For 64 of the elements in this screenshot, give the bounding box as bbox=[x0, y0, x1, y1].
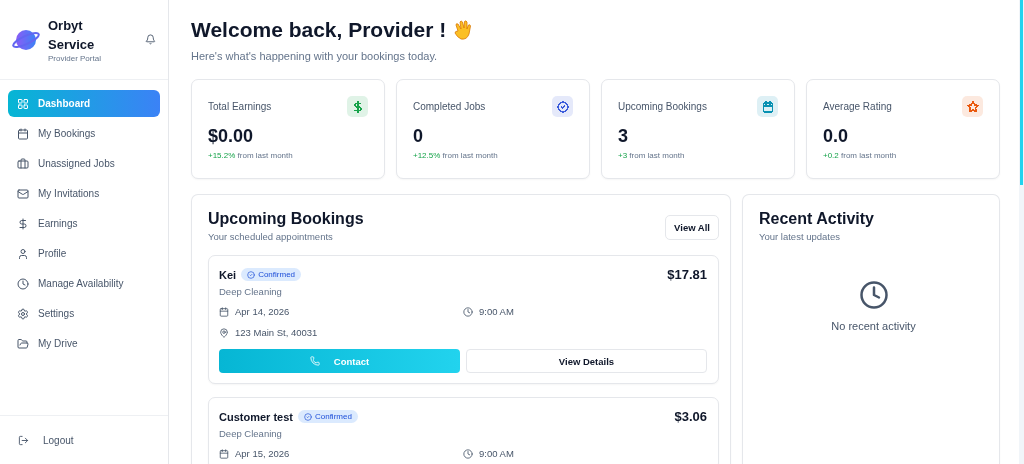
stat-change: +0.2 from last month bbox=[823, 151, 898, 160]
status-badge: Confirmed bbox=[241, 268, 302, 281]
status-badge: Confirmed bbox=[297, 410, 358, 423]
sidebar-item[interactable]: Manage Availability bbox=[8, 270, 160, 297]
calendar-icon bbox=[219, 448, 229, 459]
folder-icon bbox=[17, 337, 29, 350]
stat-label: Average Rating bbox=[823, 101, 892, 112]
booking-price: $17.81 bbox=[667, 267, 707, 282]
stat-change: +15.2% from last month bbox=[208, 151, 294, 160]
booking-price: $3.06 bbox=[674, 409, 707, 424]
stat-change: +12.5% from last month bbox=[413, 151, 499, 160]
panel-title: Upcoming Bookings bbox=[208, 210, 364, 228]
brand-name: Orbyt Service bbox=[48, 17, 96, 54]
brand-subtitle: Provider Portal bbox=[48, 54, 102, 63]
dollar-icon bbox=[17, 217, 29, 230]
stat-value: 0 bbox=[413, 126, 424, 147]
sidebar-item[interactable]: My Drive bbox=[8, 330, 160, 357]
clock-icon bbox=[17, 277, 29, 290]
booking-time: 9:00 AM bbox=[479, 448, 514, 459]
logout-icon bbox=[18, 434, 29, 446]
booking-time: 9:00 AM bbox=[479, 306, 514, 317]
stat-change: +3 from last month bbox=[618, 151, 686, 160]
sidebar-item[interactable]: Earnings bbox=[8, 210, 160, 237]
page-subtitle: Here's what's happening with your bookings today. bbox=[191, 50, 439, 62]
sidebar-item[interactable]: Unassigned Jobs bbox=[8, 150, 160, 177]
dashboard-icon bbox=[17, 97, 29, 110]
booking-date: Apr 15, 2026 bbox=[235, 448, 290, 459]
sidebar-item[interactable]: My Invitations bbox=[8, 180, 160, 207]
scrollbar-thumb[interactable] bbox=[1020, 0, 1023, 185]
user-icon bbox=[17, 247, 29, 260]
sidebar-item[interactable]: Settings bbox=[8, 300, 160, 327]
service-name: Deep Cleaning bbox=[219, 428, 283, 439]
sidebar-item[interactable]: My Bookings bbox=[8, 120, 160, 147]
clock-icon bbox=[858, 280, 889, 310]
clock-icon bbox=[463, 306, 473, 317]
panel-title: Recent Activity bbox=[759, 210, 875, 228]
calendar-icon bbox=[17, 127, 29, 140]
logout-link[interactable]: Logout bbox=[18, 434, 74, 446]
briefcase-icon bbox=[17, 157, 29, 170]
settings-icon bbox=[17, 307, 29, 320]
empty-message: No recent activity bbox=[831, 320, 916, 332]
stat-label: Total Earnings bbox=[208, 101, 272, 112]
stat-label: Upcoming Bookings bbox=[618, 101, 707, 112]
bell-icon[interactable] bbox=[145, 34, 156, 45]
panel-subtitle: Your scheduled appointments bbox=[208, 231, 334, 242]
mail-icon bbox=[17, 187, 29, 200]
sidebar-item[interactable]: Profile bbox=[8, 240, 160, 267]
view-details-button[interactable]: View Details bbox=[466, 349, 707, 373]
booking-address: 123 Main St, 40031 bbox=[235, 327, 318, 338]
stat-value: $0.00 bbox=[208, 126, 255, 147]
customer-name: Customer test bbox=[219, 410, 293, 423]
stat-value: 0.0 bbox=[823, 126, 850, 147]
phone-icon bbox=[309, 356, 320, 366]
view-all-button[interactable]: View All bbox=[665, 215, 719, 240]
calendar-icon bbox=[219, 306, 229, 317]
page-title: Welcome back, Provider ! bbox=[191, 18, 447, 42]
service-name: Deep Cleaning bbox=[219, 286, 283, 297]
stat-label: Completed Jobs bbox=[413, 101, 486, 112]
stat-value: 3 bbox=[618, 126, 629, 147]
map-pin-icon bbox=[219, 327, 229, 338]
customer-name: Kei bbox=[219, 268, 237, 281]
clock-icon bbox=[463, 448, 473, 459]
booking-date: Apr 14, 2026 bbox=[235, 306, 290, 317]
panel-subtitle: Your latest updates bbox=[759, 231, 841, 242]
